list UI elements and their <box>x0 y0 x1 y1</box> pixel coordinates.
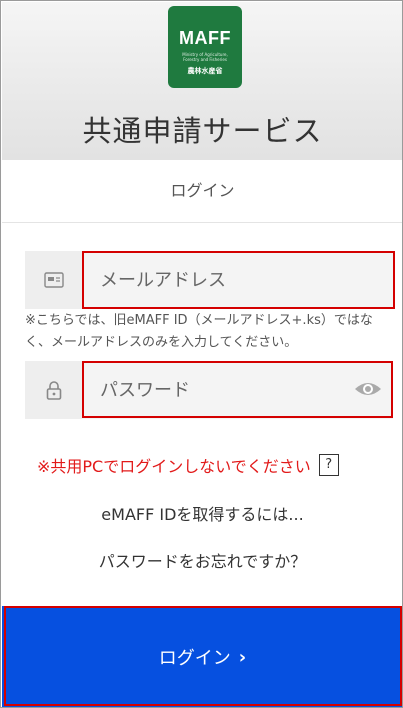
logo-main-text: MAFF <box>179 28 231 48</box>
logo-sub-text: Ministry of Agriculture, Forestry and Fi… <box>182 52 228 62</box>
maff-logo: MAFF Ministry of Agriculture, Forestry a… <box>168 6 242 88</box>
password-input[interactable] <box>82 361 393 419</box>
login-button-label: ログイン <box>158 648 231 669</box>
shared-pc-warning: ※共用PCでログインしないでください <box>37 457 311 476</box>
password-field-group <box>25 361 393 419</box>
logo-jp-text: 農林水産省 <box>187 67 223 75</box>
email-field-group <box>25 251 393 309</box>
lock-icon <box>25 361 82 419</box>
forgot-password-link[interactable]: パスワードをお忘れですか？ <box>1 548 402 572</box>
login-button[interactable]: ログイン › <box>2 606 402 707</box>
get-id-link[interactable]: eMAFF IDを取得するには... <box>1 501 402 525</box>
login-screen: MAFF Ministry of Agriculture, Forestry a… <box>0 0 403 708</box>
shared-pc-warning-row: ※共用PCでログインしないでください ? <box>37 453 339 477</box>
header: MAFF Ministry of Agriculture, Forestry a… <box>2 2 402 160</box>
email-note: ※こちらでは、旧eMAFF ID（メールアドレス+.ks）ではなく、メールアドレ… <box>25 313 373 350</box>
eye-icon[interactable] <box>353 378 383 400</box>
id-card-icon <box>25 251 82 309</box>
app-title: 共通申請サービス <box>82 114 323 148</box>
help-icon[interactable]: ? <box>318 454 339 476</box>
chevron-right-icon: › <box>238 646 247 668</box>
email-input[interactable] <box>82 251 393 309</box>
tab-login[interactable]: ログイン <box>2 161 402 223</box>
